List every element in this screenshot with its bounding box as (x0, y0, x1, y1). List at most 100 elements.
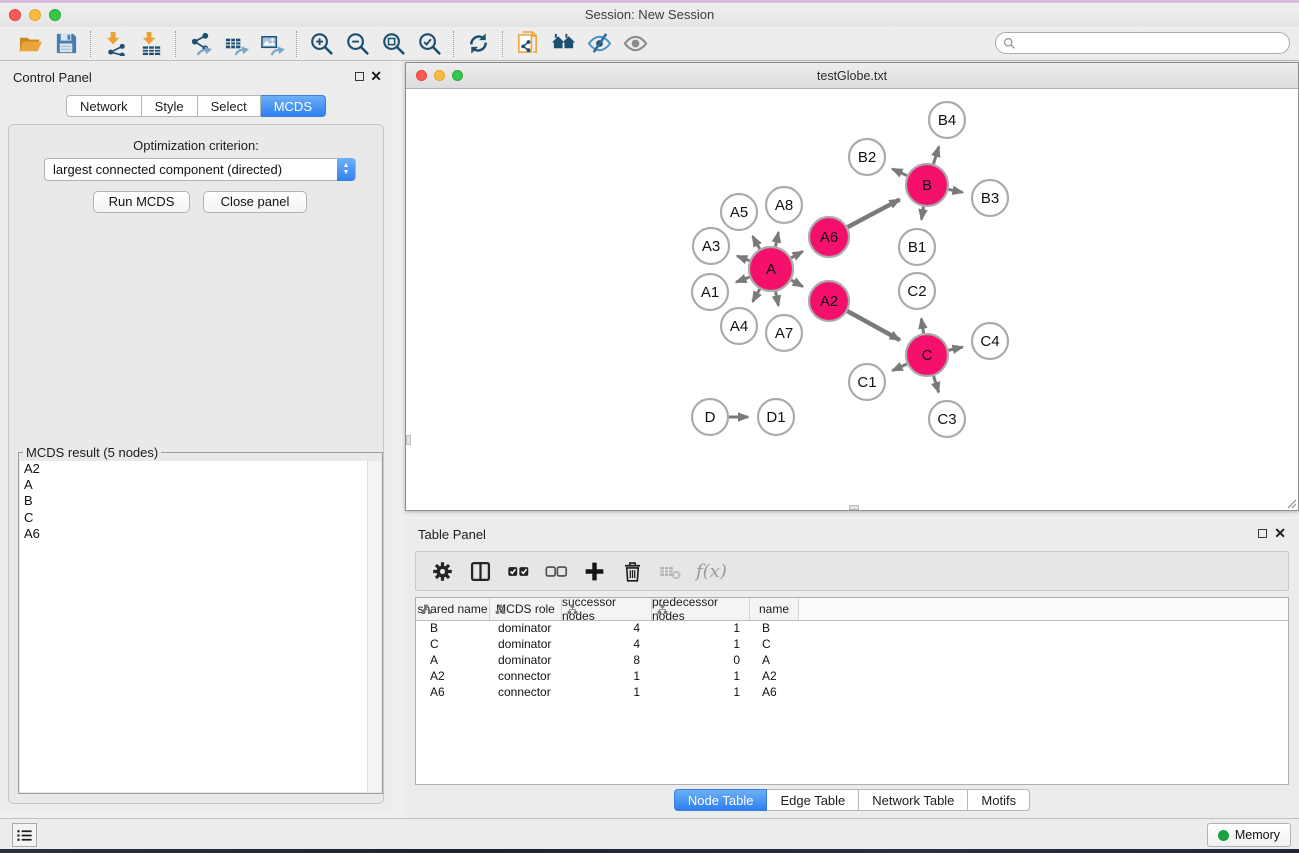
network-window-titlebar[interactable]: testGlobe.txt (406, 63, 1298, 89)
close-panel-icon[interactable]: ✕ (370, 67, 382, 85)
search-field[interactable] (995, 32, 1290, 54)
node-C3[interactable]: C3 (929, 401, 965, 437)
open-file-button[interactable] (12, 29, 48, 59)
edge-A-A3[interactable] (737, 256, 749, 261)
edge-C-C1[interactable] (893, 364, 907, 370)
tab-node-table[interactable]: Node Table (674, 789, 768, 811)
cell[interactable]: connector (490, 669, 562, 685)
node-B3[interactable]: B3 (972, 180, 1008, 216)
cell[interactable]: B (416, 621, 490, 637)
mcds-result-item[interactable]: A (20, 477, 381, 493)
mcds-result-list[interactable]: A2ABCA6 (20, 461, 381, 792)
table-row[interactable]: Adominator80A (416, 653, 1288, 669)
zoom-out-button[interactable] (339, 29, 375, 59)
cell[interactable]: 4 (562, 637, 652, 653)
network-graph[interactable]: B4B2BB3A5A8A6A3B1AA1C2A2A4A7CC4C1C3DD1 (406, 89, 1298, 510)
edge-A6-B[interactable] (848, 200, 900, 228)
cell[interactable]: A2 (416, 669, 490, 685)
mcds-result-item[interactable]: B (20, 493, 381, 509)
import-table-button[interactable] (133, 29, 169, 59)
cell[interactable]: 0 (652, 653, 750, 669)
network-canvas[interactable]: B4B2BB3A5A8A6A3B1AA1C2A2A4A7CC4C1C3DD1 (406, 89, 1298, 510)
frame-resize-corner[interactable] (1285, 497, 1297, 509)
cell[interactable]: 1 (652, 621, 750, 637)
cell[interactable]: dominator (490, 637, 562, 653)
edge-A-A6[interactable] (791, 251, 803, 257)
zoom-in-button[interactable] (303, 29, 339, 59)
export-network-button[interactable] (182, 29, 218, 59)
cell[interactable]: connector (490, 685, 562, 701)
edge-A-A2[interactable] (791, 280, 803, 286)
close-table-panel-icon[interactable]: ✕ (1274, 524, 1286, 542)
node-A3[interactable]: A3 (693, 228, 729, 264)
edge-C-C3[interactable] (934, 376, 939, 392)
cell[interactable]: A6 (750, 685, 799, 701)
task-history-button[interactable] (12, 823, 37, 847)
result-list-scrollbar[interactable] (367, 461, 381, 792)
float-table-panel-icon[interactable] (1258, 529, 1267, 538)
zoom-selected-button[interactable] (411, 29, 447, 59)
memory-button[interactable]: Memory (1207, 823, 1291, 847)
mcds-result-item[interactable]: A2 (20, 461, 381, 477)
deselect-all-button[interactable] (540, 555, 572, 587)
trash-button[interactable] (616, 555, 648, 587)
cell[interactable]: 1 (652, 669, 750, 685)
show-eye-button[interactable] (617, 29, 653, 59)
edge-A-A4[interactable] (753, 289, 760, 302)
refresh-button[interactable] (460, 29, 496, 59)
node-D[interactable]: D (692, 399, 728, 435)
node-B[interactable]: B (906, 164, 948, 206)
node-A8[interactable]: A8 (766, 187, 802, 223)
function-builder-icon[interactable]: f(x) (692, 561, 727, 582)
mcds-result-item[interactable]: C (20, 510, 381, 526)
node-A6[interactable]: A6 (809, 217, 849, 257)
node-B2[interactable]: B2 (849, 139, 885, 175)
tab-motifs[interactable]: Motifs (968, 789, 1030, 811)
node-A7[interactable]: A7 (766, 315, 802, 351)
import-network-button[interactable] (97, 29, 133, 59)
node-A5[interactable]: A5 (721, 194, 757, 230)
node-A2[interactable]: A2 (809, 281, 849, 321)
column-header-MCDS-role[interactable]: MCDS role (490, 598, 562, 620)
edge-A-A7[interactable] (776, 292, 779, 306)
cell[interactable]: C (750, 637, 799, 653)
zoom-fit-button[interactable] (375, 29, 411, 59)
edge-B-B4[interactable] (933, 147, 938, 164)
cell[interactable]: C (416, 637, 490, 653)
node-A4[interactable]: A4 (721, 308, 757, 344)
node-C2[interactable]: C2 (899, 273, 935, 309)
node-A[interactable]: A (749, 247, 793, 291)
column-header-shared-name[interactable]: shared name (416, 598, 490, 620)
cell[interactable]: 4 (562, 621, 652, 637)
tab-mcds[interactable]: MCDS (261, 95, 326, 117)
tab-edge-table[interactable]: Edge Table (767, 789, 859, 811)
cell[interactable]: 8 (562, 653, 652, 669)
edge-C-C4[interactable] (948, 347, 962, 350)
edge-A-A1[interactable] (736, 277, 749, 282)
column-header-predecessor-nodes[interactable]: predecessor nodes (652, 598, 750, 620)
float-panel-icon[interactable] (355, 72, 364, 81)
frame-resize-gripper-left[interactable] (406, 435, 411, 445)
add-button[interactable] (578, 555, 610, 587)
hide-eye-button[interactable] (581, 29, 617, 59)
close-panel-button[interactable]: Close panel (203, 191, 307, 213)
tab-style[interactable]: Style (142, 95, 198, 117)
cell[interactable]: 1 (652, 685, 750, 701)
edge-A-A5[interactable] (753, 236, 760, 249)
new-session-network-button[interactable] (509, 29, 545, 59)
edge-A2-C[interactable] (847, 311, 899, 340)
cell[interactable]: 1 (562, 669, 652, 685)
cell[interactable]: A2 (750, 669, 799, 685)
criterion-select[interactable]: largest connected component (directed) ▲… (44, 158, 356, 181)
node-A1[interactable]: A1 (692, 274, 728, 310)
frame-resize-gripper-bottom[interactable] (849, 505, 859, 510)
export-image-button[interactable] (254, 29, 290, 59)
cell[interactable]: dominator (490, 621, 562, 637)
table-row[interactable]: A2connector11A2 (416, 669, 1288, 685)
export-table-button[interactable] (218, 29, 254, 59)
table-row[interactable]: Bdominator41B (416, 621, 1288, 637)
run-mcds-button[interactable]: Run MCDS (93, 191, 190, 213)
node-D1[interactable]: D1 (758, 399, 794, 435)
table-row[interactable]: Cdominator41C (416, 637, 1288, 653)
edge-C-C2[interactable] (921, 319, 923, 334)
